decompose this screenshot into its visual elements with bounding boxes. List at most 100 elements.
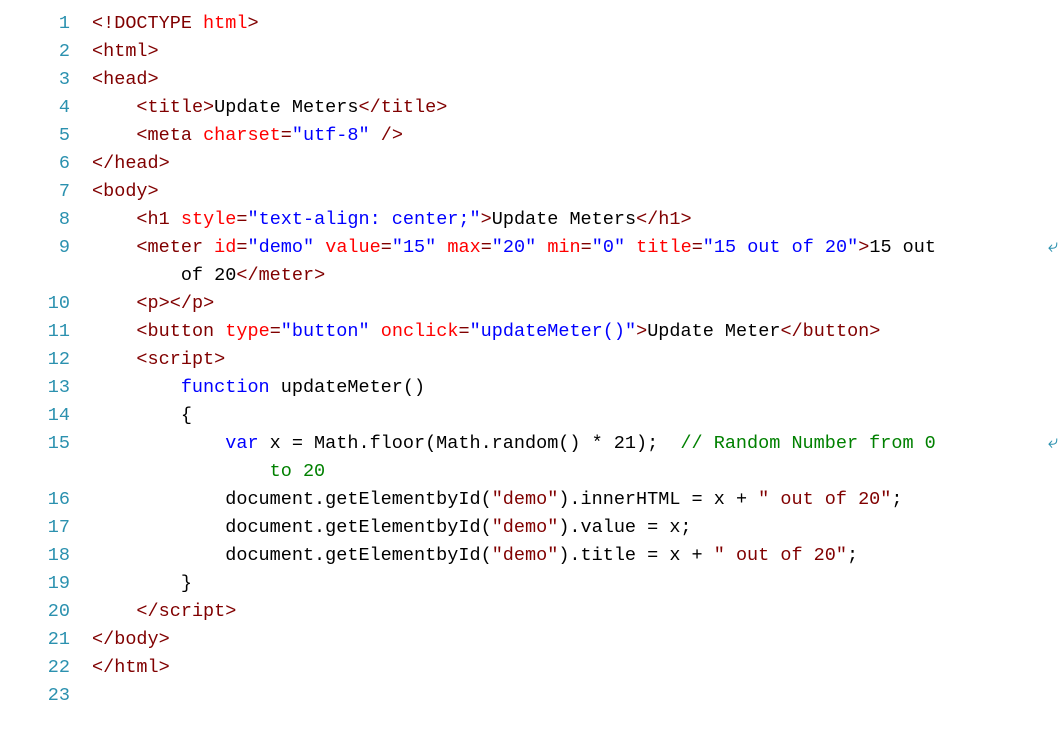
code-content[interactable]: {	[92, 402, 1062, 430]
token: />	[381, 125, 403, 146]
token: ).title = x +	[558, 545, 713, 566]
code-content[interactable]: <meter id="demo" value="15" max="20" min…	[92, 234, 1062, 262]
code-content[interactable]: of 20</meter>	[92, 262, 1062, 290]
token: >	[159, 657, 170, 678]
token: p	[192, 293, 203, 314]
token: =	[236, 209, 247, 230]
token: "15 out of 20"	[703, 237, 858, 258]
code-line[interactable]: 4 <title>Update Meters</title>	[0, 94, 1062, 122]
code-content[interactable]: <body>	[92, 178, 1062, 206]
token: >	[869, 321, 880, 342]
code-content[interactable]: to 20	[92, 458, 1062, 486]
line-number: 5	[0, 122, 92, 150]
token: "demo"	[492, 517, 559, 538]
code-line[interactable]: 6</head>	[0, 150, 1062, 178]
code-line[interactable]: 7<body>	[0, 178, 1062, 206]
code-line[interactable]: 17 document.getElementbyId("demo").value…	[0, 514, 1062, 542]
code-content[interactable]: <!DOCTYPE html>	[92, 10, 1062, 38]
code-line[interactable]: 14 {	[0, 402, 1062, 430]
token: <	[136, 125, 147, 146]
code-line[interactable]: 5 <meta charset="utf-8" />	[0, 122, 1062, 150]
code-content[interactable]	[92, 682, 1062, 710]
token: title	[148, 97, 204, 118]
code-line[interactable]: 12 <script>	[0, 346, 1062, 374]
code-content[interactable]: </head>	[92, 150, 1062, 178]
code-content[interactable]: function updateMeter()	[92, 374, 1062, 402]
line-number	[0, 262, 92, 290]
code-line[interactable]: 9 <meter id="demo" value="15" max="20" m…	[0, 234, 1062, 262]
code-line[interactable]: 20 </script>	[0, 598, 1062, 626]
code-line[interactable]: 19 }	[0, 570, 1062, 598]
token: type	[225, 321, 269, 342]
token: DOCTYPE	[114, 13, 192, 34]
code-line[interactable]: 8 <h1 style="text-align: center;">Update…	[0, 206, 1062, 234]
token: >	[481, 209, 492, 230]
token: <!	[92, 13, 114, 34]
code-content[interactable]: </html>	[92, 654, 1062, 682]
line-number: 6	[0, 150, 92, 178]
code-content[interactable]: <button type="button" onclick="updateMet…	[92, 318, 1062, 346]
line-number: 1	[0, 10, 92, 38]
token: 15 out	[869, 237, 947, 258]
line-number: 12	[0, 346, 92, 374]
token: title	[636, 237, 692, 258]
token	[203, 237, 214, 258]
code-content[interactable]: </script>	[92, 598, 1062, 626]
code-content[interactable]: document.getElementbyId("demo").value = …	[92, 514, 1062, 542]
token: "0"	[592, 237, 625, 258]
token: =	[581, 237, 592, 258]
token: >	[436, 97, 447, 118]
code-line[interactable]: to 20	[0, 458, 1062, 486]
token: </	[358, 97, 380, 118]
code-content[interactable]: <head>	[92, 66, 1062, 94]
token: =	[236, 237, 247, 258]
line-number: 4	[0, 94, 92, 122]
token: </	[170, 293, 192, 314]
code-line[interactable]: 13 function updateMeter()	[0, 374, 1062, 402]
token	[214, 321, 225, 342]
token: Update Meters	[492, 209, 636, 230]
token: head	[114, 153, 158, 174]
token: <	[92, 41, 103, 62]
token: document.getElementbyId(	[225, 545, 491, 566]
code-line[interactable]: 21</body>	[0, 626, 1062, 654]
code-line[interactable]: 23	[0, 682, 1062, 710]
code-content[interactable]: }	[92, 570, 1062, 598]
token: " out of 20"	[714, 545, 847, 566]
code-line[interactable]: of 20</meter>	[0, 262, 1062, 290]
token: "demo"	[492, 545, 559, 566]
code-line[interactable]: 16 document.getElementbyId("demo").inner…	[0, 486, 1062, 514]
token	[436, 237, 447, 258]
token: <	[136, 237, 147, 258]
token: <	[92, 69, 103, 90]
token: >	[203, 97, 214, 118]
code-line[interactable]: 10 <p></p>	[0, 290, 1062, 318]
code-line[interactable]: 1<!DOCTYPE html>	[0, 10, 1062, 38]
token: </	[236, 265, 258, 286]
code-line[interactable]: 15 var x = Math.floor(Math.random() * 21…	[0, 430, 1062, 458]
token: </	[92, 657, 114, 678]
code-line[interactable]: 22</html>	[0, 654, 1062, 682]
token: ).innerHTML = x +	[558, 489, 758, 510]
token: script	[159, 601, 226, 622]
code-content[interactable]: var x = Math.floor(Math.random() * 21); …	[92, 430, 1062, 458]
code-content[interactable]: <title>Update Meters</title>	[92, 94, 1062, 122]
code-line[interactable]: 3<head>	[0, 66, 1062, 94]
code-content[interactable]: document.getElementbyId("demo").title = …	[92, 542, 1062, 570]
code-content[interactable]: <html>	[92, 38, 1062, 66]
token: >	[225, 601, 236, 622]
code-line[interactable]: 11 <button type="button" onclick="update…	[0, 318, 1062, 346]
code-editor[interactable]: 1<!DOCTYPE html>2<html>3<head>4 <title>U…	[0, 0, 1062, 730]
token: ;	[847, 545, 858, 566]
token: document.getElementbyId(	[225, 489, 491, 510]
code-line[interactable]: 18 document.getElementbyId("demo").title…	[0, 542, 1062, 570]
code-content[interactable]: document.getElementbyId("demo").innerHTM…	[92, 486, 1062, 514]
code-content[interactable]: <meta charset="utf-8" />	[92, 122, 1062, 150]
code-content[interactable]: <h1 style="text-align: center;">Update M…	[92, 206, 1062, 234]
code-content[interactable]: </body>	[92, 626, 1062, 654]
token: body	[103, 181, 147, 202]
token: =	[458, 321, 469, 342]
code-content[interactable]: <script>	[92, 346, 1062, 374]
code-line[interactable]: 2<html>	[0, 38, 1062, 66]
code-content[interactable]: <p></p>	[92, 290, 1062, 318]
